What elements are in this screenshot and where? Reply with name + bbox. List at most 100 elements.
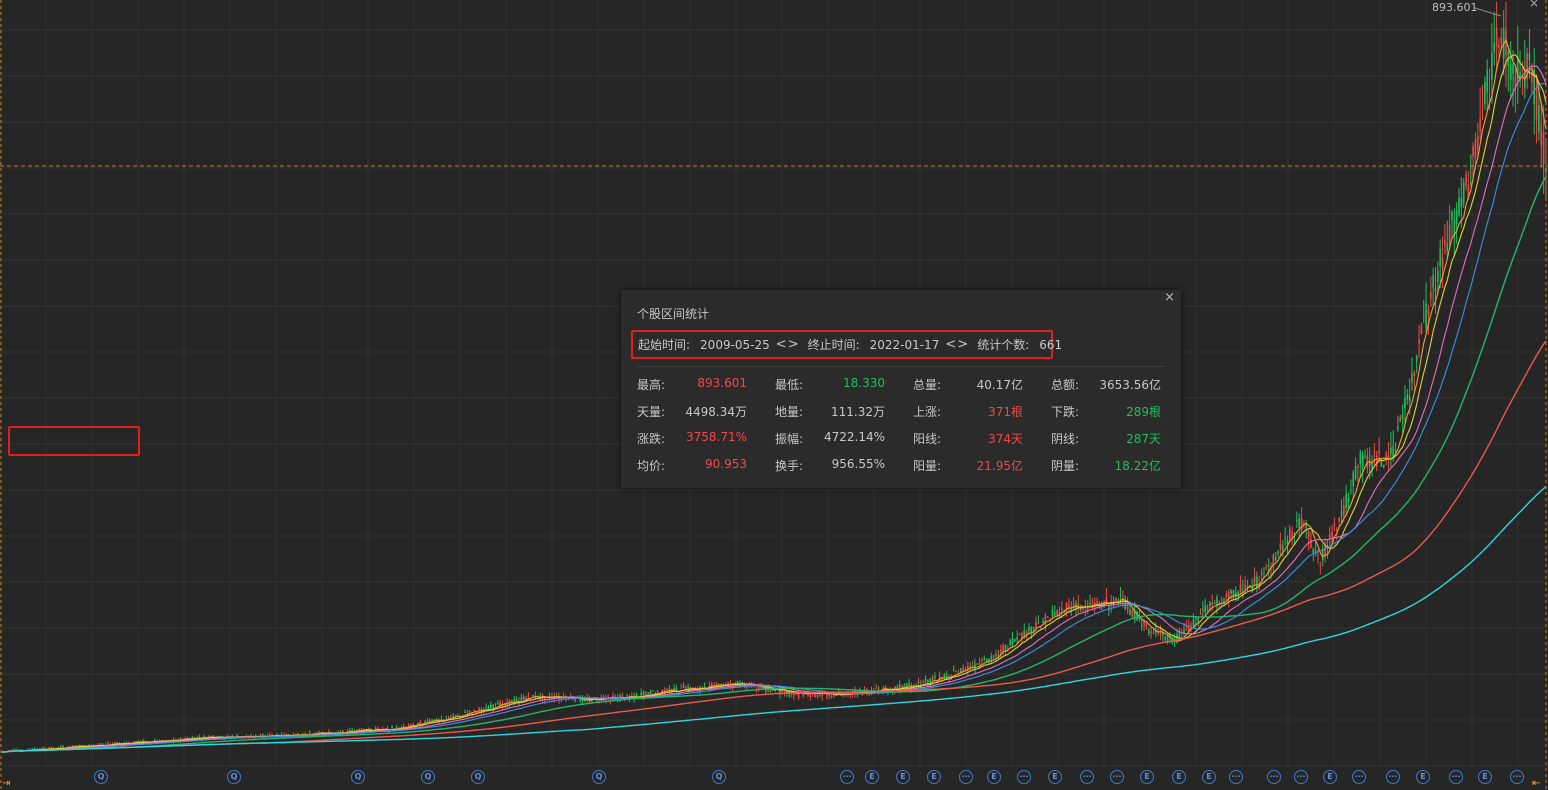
candle-body [917, 681, 920, 684]
candle-body [934, 676, 936, 678]
candle-body [1265, 566, 1268, 568]
candle-body [1469, 183, 1472, 184]
event-icon[interactable]: E [865, 770, 879, 784]
candle-body [1509, 63, 1512, 80]
event-icon[interactable]: E [896, 770, 910, 784]
date-range-row: 起始时间: 2009-05-25 <> 终止时间: 2022-01-17 <> … [631, 330, 1062, 359]
quarterly-report-icon[interactable]: Q [421, 770, 435, 784]
candle-body [1244, 584, 1246, 589]
event-icon[interactable]: E [927, 770, 941, 784]
candle-body [814, 693, 816, 698]
more-icon[interactable]: ··· [1449, 770, 1463, 784]
candle-body [67, 746, 69, 747]
candle-body [1131, 610, 1134, 617]
candle-body [490, 704, 492, 708]
candle-body [1512, 64, 1514, 74]
candle-body [990, 655, 993, 660]
event-icon[interactable]: E [1416, 770, 1430, 784]
end-time-value[interactable]: 2022-01-17 [870, 338, 940, 352]
quarterly-report-icon[interactable]: Q [351, 770, 365, 784]
candle-body [1157, 628, 1159, 631]
quarterly-report-icon[interactable]: Q [712, 770, 726, 784]
candle-body [1044, 615, 1047, 626]
more-icon[interactable]: ··· [1017, 770, 1031, 784]
candle-body [1411, 373, 1413, 383]
candle-body [1028, 627, 1030, 632]
event-icon[interactable]: E [1048, 770, 1062, 784]
candle-body [1030, 626, 1033, 633]
candle-body [976, 663, 979, 665]
candle-body [1479, 118, 1481, 132]
more-icon[interactable]: ··· [1386, 770, 1400, 784]
candle-body [198, 736, 201, 738]
chart-close-icon[interactable]: × [1529, 0, 1539, 10]
candle-body [1422, 316, 1425, 318]
candle-body [1441, 257, 1444, 269]
quarterly-report-icon[interactable]: Q [227, 770, 241, 784]
candle-body [1206, 606, 1209, 610]
candle-body [971, 665, 974, 667]
stats-grid: 最高: 893.601 最低: 18.330 总量: 40.17亿 总额: 3653.5… [637, 376, 1165, 484]
more-icon[interactable]: ··· [1352, 770, 1366, 784]
candle-body [1420, 326, 1423, 334]
candle-body [1115, 597, 1117, 601]
candle-body [666, 689, 668, 690]
event-icon[interactable]: E [987, 770, 1001, 784]
candle-body [830, 696, 833, 697]
candle-body [1225, 594, 1228, 597]
candle-body [1166, 636, 1169, 641]
candle-body [819, 694, 821, 696]
event-icon[interactable]: E [1172, 770, 1186, 784]
event-icon[interactable]: E [1140, 770, 1154, 784]
candle-body [793, 694, 795, 696]
candle-body [494, 703, 497, 705]
candle-body [179, 737, 182, 739]
candle-body [983, 658, 986, 660]
candle-body [62, 746, 64, 748]
end-time-adjust-icon[interactable]: <> [945, 337, 969, 352]
candle-body [1397, 426, 1399, 430]
candle-body [377, 728, 379, 730]
candle-body [1357, 466, 1359, 468]
candle-body [875, 688, 877, 689]
candle-body [788, 693, 791, 696]
candle-body [1373, 451, 1376, 454]
candle-body [1465, 174, 1467, 186]
more-icon[interactable]: ··· [1294, 770, 1308, 784]
candle-body [931, 677, 934, 681]
quarterly-report-icon[interactable]: Q [592, 770, 606, 784]
more-icon[interactable]: ··· [1110, 770, 1124, 784]
start-time-adjust-icon[interactable]: <> [776, 337, 800, 352]
candle-body [701, 686, 704, 688]
candle-body [1267, 565, 1270, 567]
event-icon[interactable]: E [1323, 770, 1337, 784]
candle-body [478, 707, 480, 710]
quarterly-report-icon[interactable]: Q [94, 770, 108, 784]
more-icon[interactable]: ··· [1080, 770, 1094, 784]
more-icon[interactable]: ··· [840, 770, 854, 784]
event-icon[interactable]: E [1202, 770, 1216, 784]
more-icon[interactable]: ··· [1229, 770, 1243, 784]
candle-body [527, 694, 530, 697]
candle-body [1164, 637, 1167, 640]
candle-body [1540, 124, 1543, 146]
candle-body [877, 689, 880, 691]
close-icon[interactable]: × [1164, 290, 1175, 305]
more-icon[interactable]: ··· [1510, 770, 1524, 784]
candle-body [1310, 538, 1312, 548]
count-label: 统计个数: [977, 338, 1030, 352]
start-time-value[interactable]: 2009-05-25 [700, 338, 770, 352]
event-icon[interactable]: E [1478, 770, 1492, 784]
more-icon[interactable]: ··· [959, 770, 973, 784]
candle-body [1477, 135, 1479, 150]
candle-body [1035, 622, 1037, 629]
candle-body [995, 653, 997, 657]
stats-row: 均价: 90.953 换手: 956.55% 阳量: 21.95亿 阴量: 18.22亿 [637, 457, 1161, 473]
candle-body [1002, 645, 1004, 652]
candle-body [1105, 596, 1108, 601]
candle-body [1260, 572, 1263, 575]
quarterly-report-icon[interactable]: Q [471, 770, 485, 784]
candle-body [1500, 37, 1503, 45]
candle-body [1408, 395, 1411, 403]
more-icon[interactable]: ··· [1267, 770, 1281, 784]
